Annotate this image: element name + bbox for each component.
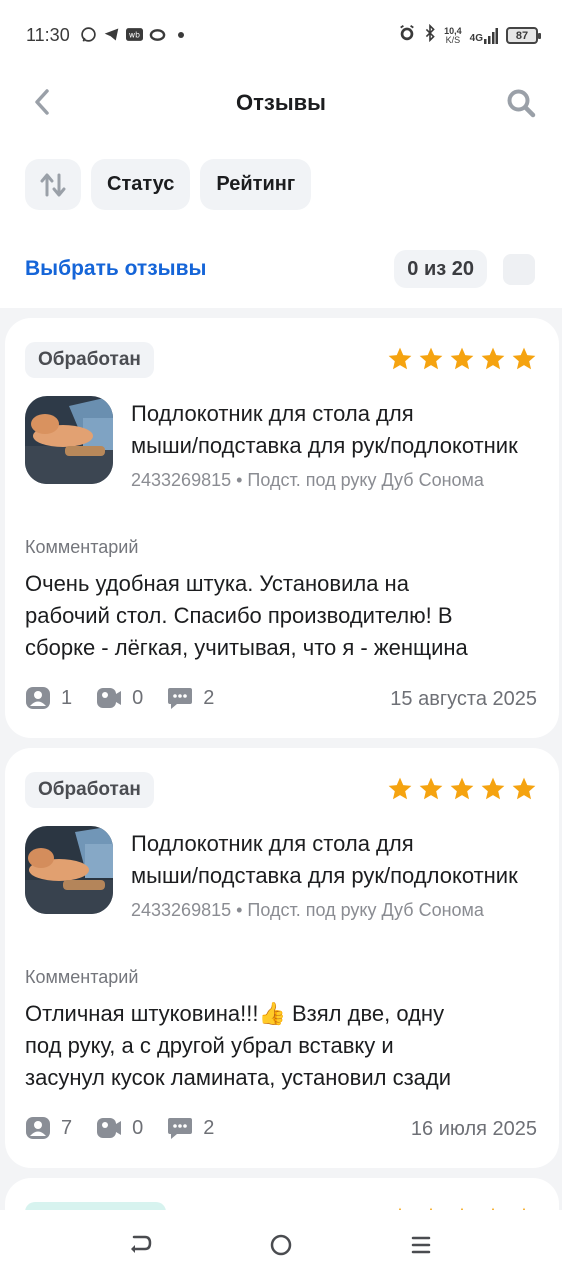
nav-menu-button[interactable] (404, 1228, 438, 1262)
ozon-app-icon (149, 26, 166, 43)
app-header: Отзывы (0, 72, 562, 134)
star-icon (481, 777, 505, 800)
system-icons: 10,4 K/S 4G 87 (398, 23, 541, 47)
status-badge: Обработан (25, 772, 154, 808)
more-dot-icon (172, 26, 189, 43)
page-title: Отзывы (236, 90, 326, 115)
battery-icon: 87 (506, 27, 541, 44)
svg-text:wb: wb (129, 30, 140, 39)
system-nav-bar (0, 1210, 562, 1280)
star-icon (512, 777, 536, 800)
product-title-line: мыши/подставка для рук/подлокотник (131, 863, 518, 888)
wb-app-icon: wb (126, 26, 143, 43)
whatsapp-icon (80, 26, 97, 43)
selection-row: Выбрать отзывы 0 из 20 (25, 250, 537, 288)
chat-bubble-icon (168, 688, 193, 709)
likes-count: 1 (61, 686, 73, 709)
back-gesture-icon (131, 1235, 152, 1253)
review-card[interactable]: Обработан Подлокотник для стола для мыши… (5, 318, 559, 738)
photos-stat: 0 (96, 1116, 143, 1140)
product-title-line: мыши/подставка для рук/подлокотник (131, 433, 518, 458)
nav-home-button[interactable] (264, 1228, 298, 1262)
user-reactions-icon (26, 1117, 50, 1139)
search-button[interactable] (504, 86, 538, 120)
replies-count: 2 (203, 1116, 215, 1139)
sort-button[interactable] (25, 159, 81, 210)
comment-line: Очень удобная штука. Установила на (25, 571, 409, 596)
chat-bubble-icon (168, 1118, 193, 1139)
product-title-line: Подлокотник для стола для (131, 831, 414, 856)
net-speed-unit: K/S (445, 34, 461, 45)
star-icon (419, 777, 443, 800)
star-icon (450, 347, 474, 370)
product-title-line: Подлокотник для стола для (131, 401, 414, 426)
select-reviews-link[interactable]: Выбрать отзывы (25, 257, 206, 281)
photos-count: 0 (132, 1116, 144, 1139)
comment-line: сборке - лёгкая, учитывая, что я - женщи… (25, 635, 468, 660)
product-title[interactable]: Подлокотник для стола для мыши/подставка… (131, 828, 541, 892)
telegram-icon (103, 26, 120, 43)
review-card[interactable]: Обработан Подлокотник для стола для мыши… (5, 748, 559, 1168)
replies-count: 2 (203, 686, 215, 709)
status-time: 11:30 (26, 25, 70, 45)
product-title[interactable]: Подлокотник для стола для мыши/подставка… (131, 398, 541, 462)
bluetooth-icon (424, 23, 436, 47)
filter-bar: Статус Рейтинг (25, 159, 312, 210)
star-icon (388, 777, 412, 800)
review-stats: 1 0 2 (25, 686, 234, 710)
comment-label: Комментарий (25, 537, 139, 557)
network-type: 4G (469, 32, 483, 44)
star-icon (388, 347, 412, 370)
comment-line: засунул кусок ламината, установил сзади (25, 1065, 452, 1090)
video-camera-icon (97, 1118, 122, 1138)
search-icon (507, 89, 536, 118)
comment-line: под руку, а с другой убрал вставку и (25, 1033, 394, 1058)
alarm-icon (398, 24, 416, 47)
user-reactions-icon (26, 687, 50, 709)
photos-count: 0 (132, 686, 144, 709)
product-article: 2433269815 • Подст. под руку Дуб Сонома (131, 900, 484, 920)
review-stats: 7 0 2 (25, 1116, 234, 1140)
likes-stat: 1 (25, 686, 72, 710)
video-camera-icon (97, 688, 122, 708)
comment-label: Комментарий (25, 967, 139, 987)
photos-stat: 0 (96, 686, 143, 710)
star-icon (481, 347, 505, 370)
nav-back-button[interactable] (124, 1228, 158, 1262)
review-date: 16 июля 2025 (410, 1118, 537, 1140)
likes-stat: 7 (25, 1116, 72, 1140)
likes-count: 7 (61, 1116, 73, 1139)
star-icon (512, 347, 536, 370)
comment-line: Отличная штуковина!!!👍 Взял две, одну (25, 1001, 445, 1026)
selection-counter: 0 из 20 (394, 250, 487, 288)
filter-status-chip[interactable]: Статус (91, 159, 191, 210)
sort-arrows-icon (40, 173, 66, 196)
replies-stat: 2 (167, 1116, 214, 1140)
net-speed: 10,4 K/S (444, 26, 462, 45)
rating-stars (387, 346, 537, 372)
product-article: 2433269815 • Подст. под руку Дуб Сонома (131, 470, 484, 490)
notification-icons: wb (80, 26, 189, 43)
review-date: 15 августа 2025 (390, 688, 537, 710)
star-icon (450, 777, 474, 800)
star-icon (419, 347, 443, 370)
filter-rating-chip[interactable]: Рейтинг (200, 159, 312, 210)
home-circle-icon (270, 1234, 292, 1256)
select-all-checkbox[interactable] (503, 254, 535, 285)
status-badge: Обработан (25, 342, 154, 378)
replies-stat: 2 (167, 686, 214, 710)
product-thumbnail[interactable] (25, 396, 113, 484)
product-thumbnail[interactable] (25, 826, 113, 914)
comment-line: рабочий стол. Спасибо производителю! В (25, 603, 453, 628)
menu-lines-icon (411, 1236, 431, 1254)
signal-icon: 4G (469, 27, 498, 44)
rating-stars (387, 776, 537, 802)
status-bar: 11:30 wb 10,4 K/S 4G 87 (0, 0, 562, 70)
comment-text: Очень удобная штука. Установила на рабоч… (25, 568, 537, 664)
comment-text: Отличная штуковина!!!👍 Взял две, одну по… (25, 998, 537, 1094)
